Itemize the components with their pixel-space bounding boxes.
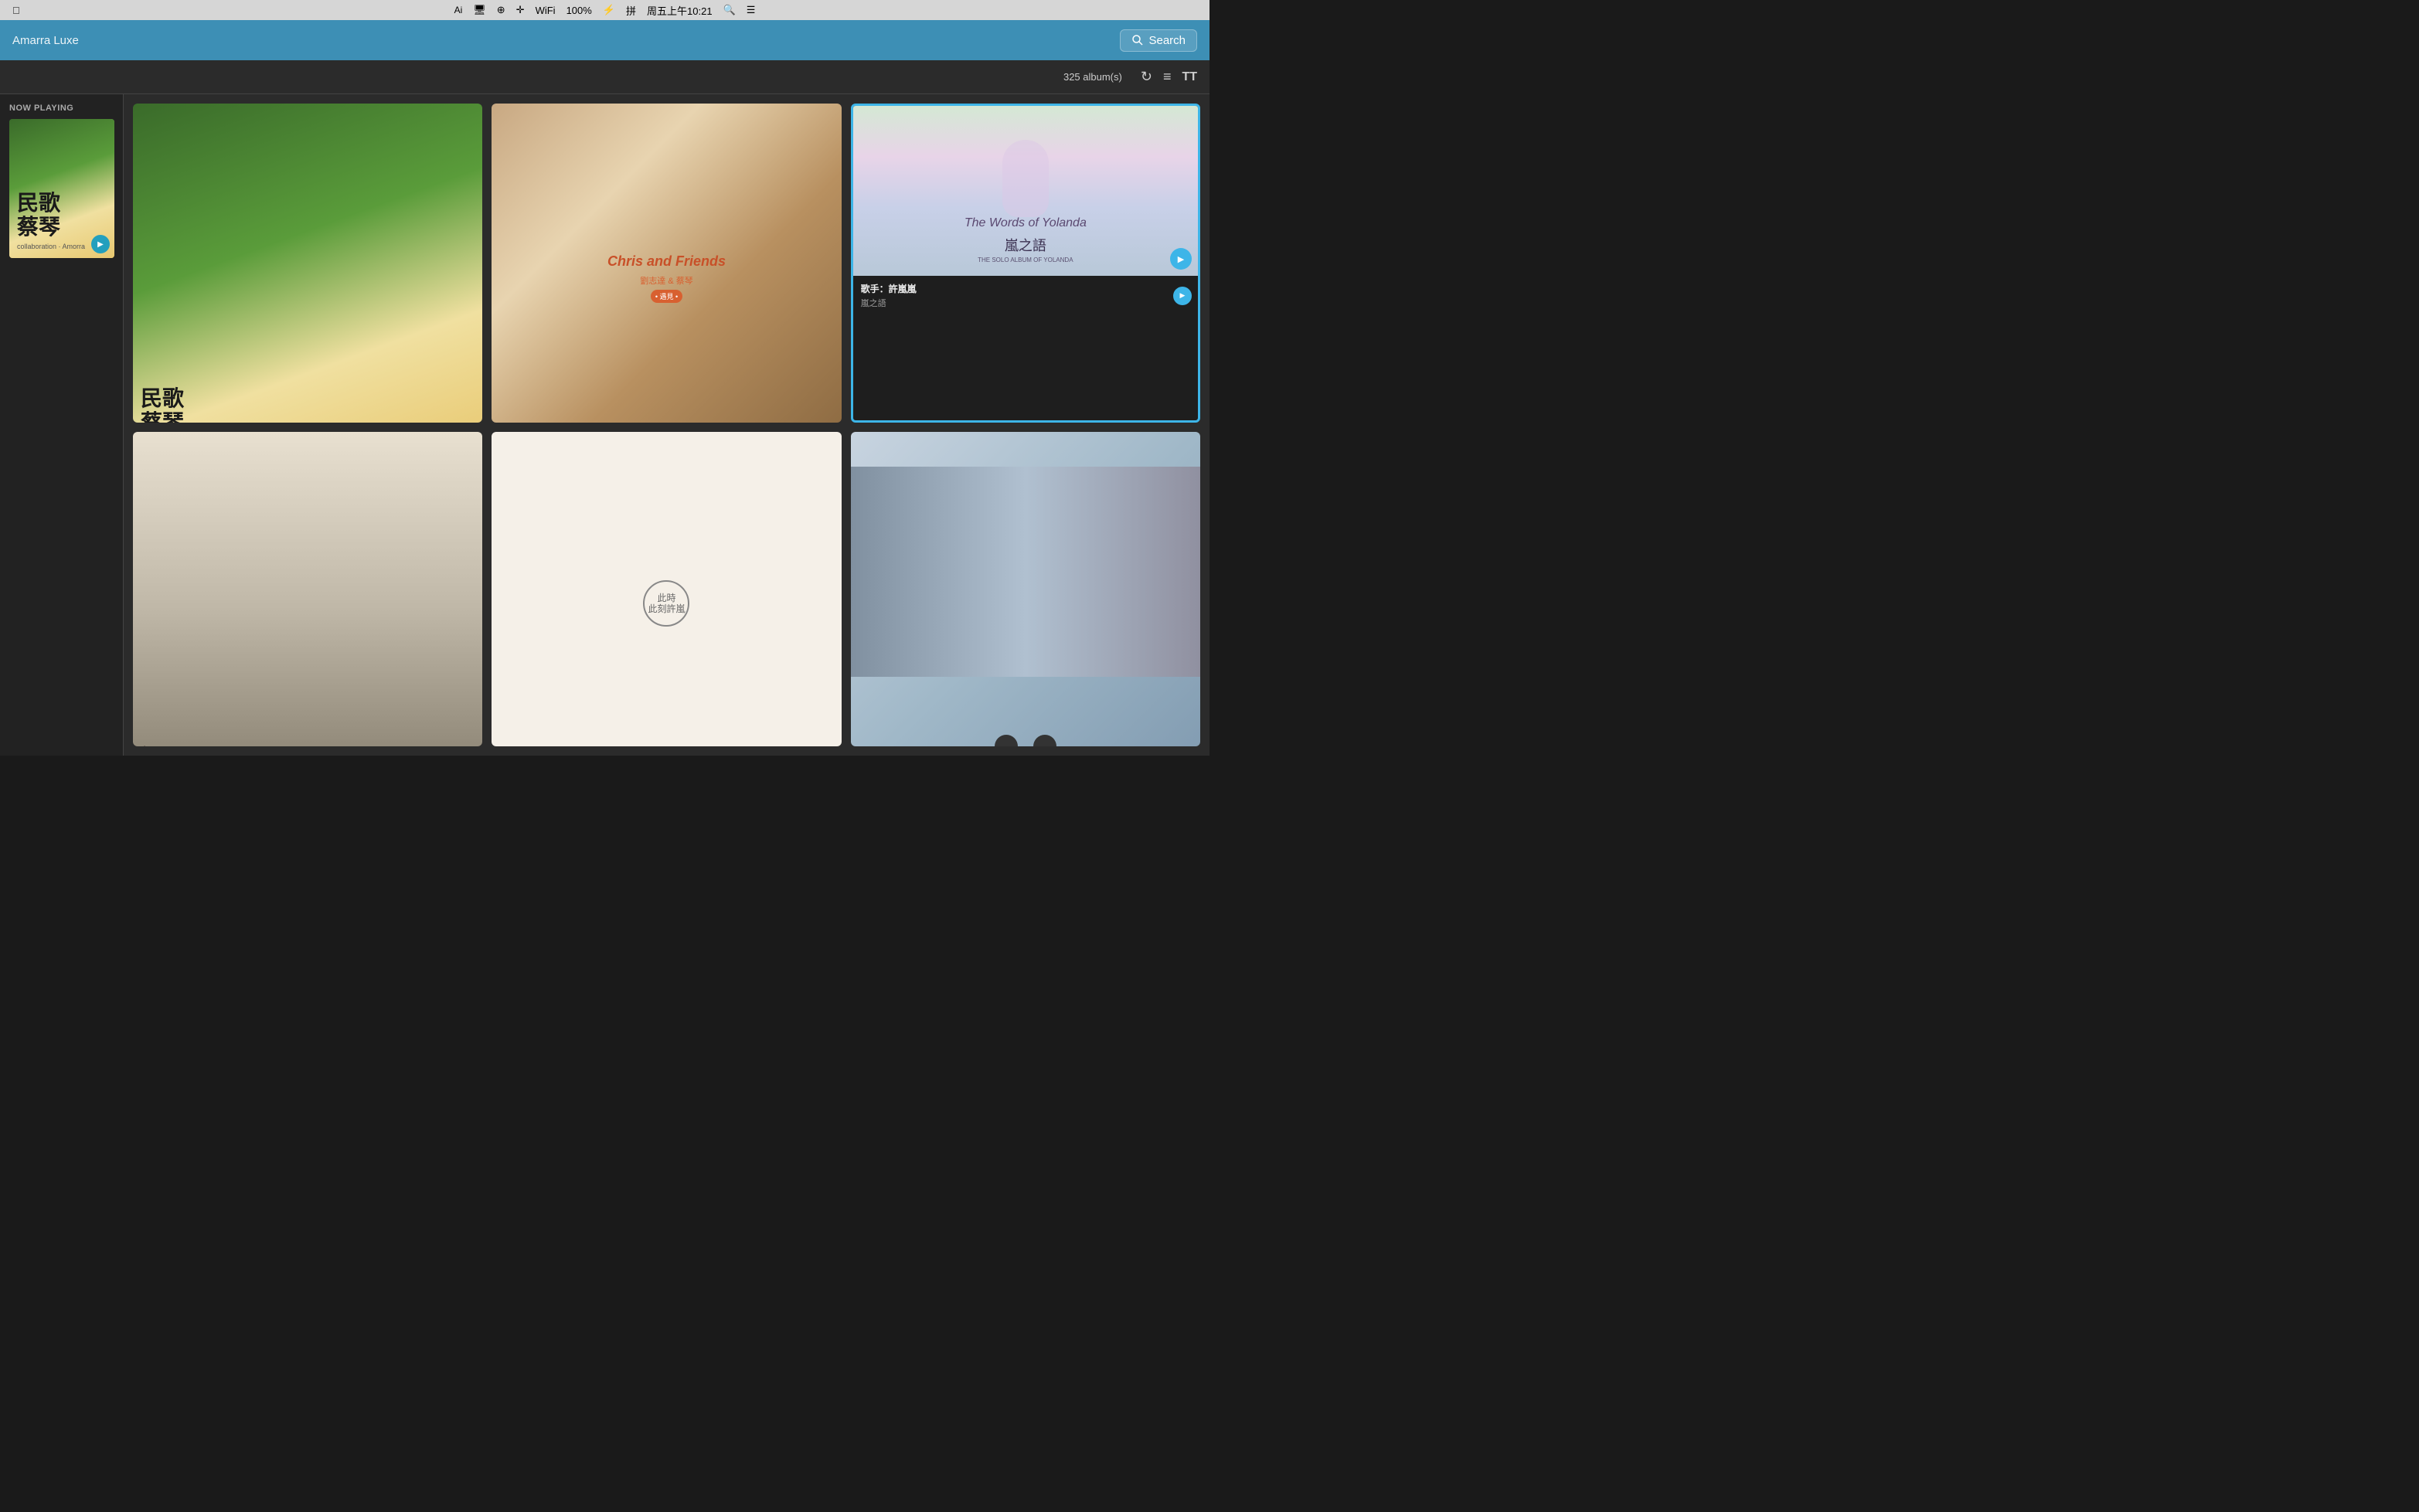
menubar-center: Ai 🖥 ⊕ ✛ WiFi 100% ⚡ 拼 周五上午10:21 🔍 ☰ xyxy=(454,3,756,18)
search-button[interactable]: Search xyxy=(1120,29,1197,52)
ime-label: 拼 xyxy=(626,3,636,18)
album-subtitle-yolanda: 嵐之語 xyxy=(861,297,1190,309)
refresh-button[interactable]: ↻ xyxy=(1141,69,1152,85)
sidebar-album-title-1: 民歌蔡琴 xyxy=(17,192,107,240)
art-yolanda-sub: THE SOLO ALBUM OF YOLANDA xyxy=(859,257,1192,263)
display-icon: 🖥 xyxy=(473,4,486,16)
art-chris-badge: • 遇見 • xyxy=(651,290,682,303)
album-title-yolanda: 歌手：許嵐嵐 xyxy=(861,282,1190,295)
menubar-left:  xyxy=(12,5,20,16)
band-figure-2 xyxy=(1033,735,1056,746)
album-card-chris[interactable]: Chris and Friends 劉志達 & 蔡琴 • 遇見 • ⤢ ▶ ⋮ … xyxy=(492,104,841,423)
art-chris-title: Chris and Friends xyxy=(607,253,726,270)
art-cishi-stamp: 此時 此刻許嵐 xyxy=(643,580,689,627)
apple-menu[interactable]:  xyxy=(12,5,20,16)
search-icon xyxy=(1131,34,1144,46)
album-art-caiqin: 民歌蔡琴 collaboration · Amorra ⤢ ▶ xyxy=(133,104,482,423)
toolbar-icons: ↻ ≡ TT xyxy=(1141,69,1197,85)
band-shelf xyxy=(851,467,1200,676)
art-yolanda-chinese: 嵐之語 xyxy=(859,235,1192,255)
app-title: Amarra Luxe xyxy=(12,34,79,47)
yolanda-figure xyxy=(1002,140,1049,217)
album-info-yolanda: 歌手：許嵐嵐 嵐之語 ▶ xyxy=(853,276,1198,315)
search-label: Search xyxy=(1148,34,1186,47)
band-figure-1 xyxy=(995,735,1018,746)
album-grid: 民歌蔡琴 collaboration · Amorra ⤢ ▶ ⋮ 歌手：蔡琴 … xyxy=(124,94,1210,756)
album-art-cishi: 此時 此刻許嵐 xyxy=(492,432,841,746)
album-card-jintian[interactable]: 今天。生活作品 ⋮ 今天。生活作品 xyxy=(133,432,482,746)
sidebar-album-art: 民歌蔡琴 collaboration · Amorra ▶ xyxy=(9,119,114,258)
move-icon: ✛ xyxy=(516,4,525,16)
sidebar: NOW PLAYING 民歌蔡琴 collaboration · Amorra … xyxy=(0,94,124,756)
album-card-cishi[interactable]: 此時 此刻許嵐 ⋮ 此時此刻許嵐 xyxy=(492,432,841,746)
album-art-yolanda: The Words of Yolanda 嵐之語 THE SOLO ALBUM … xyxy=(853,106,1198,276)
font-size-button[interactable]: TT xyxy=(1182,70,1197,84)
sidebar-play-button[interactable]: ▶ xyxy=(91,235,110,253)
album-art-jintian: 今天。生活作品 xyxy=(133,432,482,746)
toolbar: 325 album(s) ↻ ≡ TT xyxy=(0,60,1210,94)
album-card-yolanda[interactable]: The Words of Yolanda 嵐之語 THE SOLO ALBUM … xyxy=(851,104,1200,423)
app-window: Amarra Luxe Search 325 album(s) ↻ ≡ TT N… xyxy=(0,20,1210,756)
art-chris-sub: 劉志達 & 蔡琴 xyxy=(640,274,692,287)
play-btn-yolanda-info[interactable]: ▶ xyxy=(1173,287,1192,305)
app-header: Amarra Luxe Search xyxy=(0,20,1210,60)
art-caiqin-title: 民歌蔡琴 xyxy=(141,387,475,423)
album-card-band[interactable]: ⋮ Band Album xyxy=(851,432,1200,746)
list-menubar-icon[interactable]: ☰ xyxy=(747,4,756,16)
album-card-caiqin[interactable]: 民歌蔡琴 collaboration · Amorra ⤢ ▶ ⋮ 歌手：蔡琴 … xyxy=(133,104,482,423)
charge-icon: ⚡ xyxy=(603,4,615,16)
art-jintian-text: 今天。生活作品 xyxy=(139,745,476,746)
band-figures xyxy=(995,735,1056,746)
battery-label: 100% xyxy=(566,5,592,16)
menubar:  Ai 🖥 ⊕ ✛ WiFi 100% ⚡ 拼 周五上午10:21 🔍 ☰ xyxy=(0,0,1210,20)
filter-button[interactable]: ≡ xyxy=(1163,69,1172,85)
album-count-label: 325 album(s) xyxy=(12,71,1128,83)
album-art-band xyxy=(851,432,1200,746)
art-yolanda-title: The Words of Yolanda xyxy=(859,216,1192,232)
album-art-chris: Chris and Friends 劉志達 & 蔡琴 • 遇見 • ⤢ ▶ xyxy=(492,104,841,423)
wifi-icon: WiFi xyxy=(536,5,556,16)
search-menubar-icon[interactable]: 🔍 xyxy=(723,4,736,16)
time-label: 周五上午10:21 xyxy=(647,3,713,18)
adobe-icon: Ai xyxy=(454,5,463,15)
main-area: NOW PLAYING 民歌蔡琴 collaboration · Amorra … xyxy=(0,94,1210,756)
now-playing-label: NOW PLAYING xyxy=(0,104,123,119)
compass-icon: ⊕ xyxy=(497,4,505,16)
